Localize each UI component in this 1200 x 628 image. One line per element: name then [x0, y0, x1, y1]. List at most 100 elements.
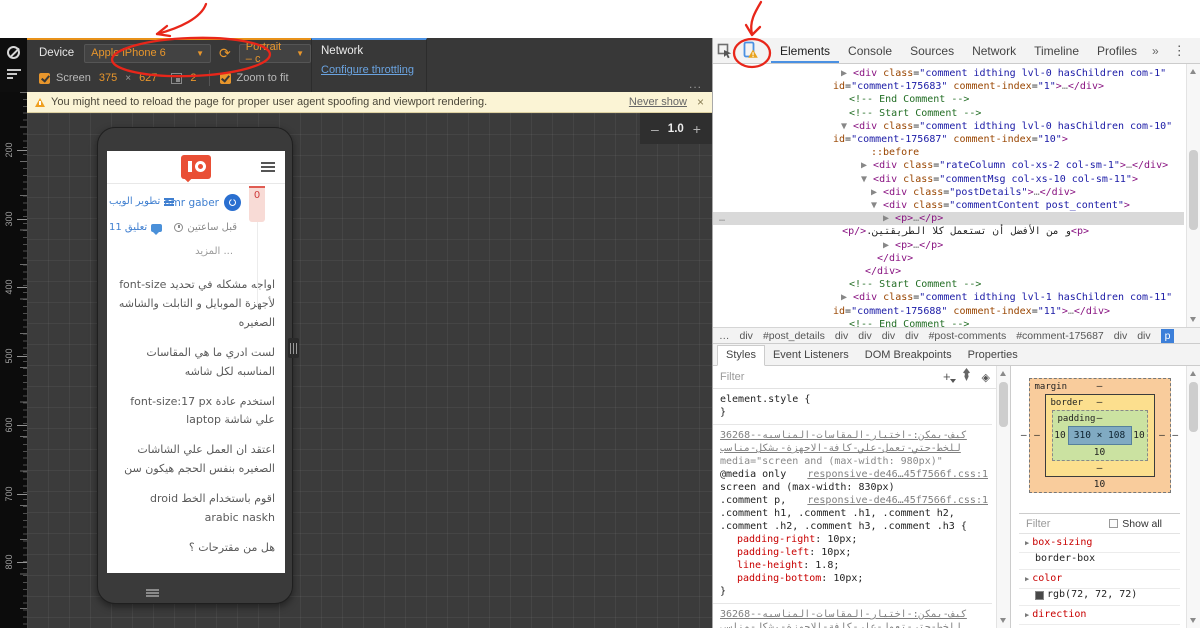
scroll-up-icon[interactable]	[1000, 371, 1006, 376]
more-tabs-icon[interactable]: »	[1146, 44, 1165, 58]
toggle-element-state-icon[interactable]	[961, 368, 972, 386]
inspect-element-icon[interactable]	[713, 39, 737, 63]
tree-line[interactable]: <!-- End Comment -->	[713, 93, 1184, 106]
device-select[interactable]: Apple iPhone 6 ▼	[84, 44, 211, 63]
tree-line[interactable]: ▶ <div class="comment idthing lvl-1 hasC…	[713, 291, 1184, 317]
tree-line[interactable]: ▼ <div class="commentMsg col-xs-10 col-s…	[713, 173, 1184, 186]
side-tab-styles[interactable]: Styles	[717, 345, 765, 366]
site-logo-icon[interactable]	[181, 155, 211, 179]
computed-filter-input[interactable]: Filter	[1026, 518, 1050, 530]
side-tab-event-listeners[interactable]: Event Listeners	[765, 346, 857, 365]
refresh-icon[interactable]: ⟳	[219, 45, 231, 62]
comments-row[interactable]: 11 تعليق	[109, 222, 162, 233]
scrollbar-thumb[interactable]	[999, 382, 1008, 427]
devtools-close-icon[interactable]: ×	[1194, 43, 1200, 58]
styles-scrollbar[interactable]	[996, 366, 1010, 628]
screen-height-value[interactable]: 627	[139, 72, 157, 84]
breadcrumb-item[interactable]: div	[882, 330, 895, 342]
device-pixel-ratio-value[interactable]: 2	[190, 72, 196, 84]
element-style-selector[interactable]: element.style	[720, 394, 798, 405]
tree-line[interactable]: </div>	[713, 252, 1184, 265]
css-property[interactable]: padding-left: 10px;	[720, 546, 988, 559]
breadcrumb-item[interactable]: #comment-175687	[1016, 330, 1104, 342]
tab-elements[interactable]: Elements	[771, 38, 839, 63]
breadcrumb-item[interactable]: p	[1161, 329, 1175, 343]
element-style-block[interactable]: element.style { }	[713, 389, 992, 425]
more-link[interactable]: المزيد ...	[195, 246, 233, 257]
rule-source-link[interactable]: للخط-حتي-تعمل-علي-كافة-الاجهزة-بشكل-مناس…	[720, 442, 988, 455]
css-selector[interactable]: .comment h1, .comment .h1, .comment h2,	[720, 507, 988, 520]
tree-line[interactable]: ▼ <div class="commentContent post_conten…	[713, 199, 1184, 212]
tree-line[interactable]: ▼ <div class="comment idthing lvl-0 hasC…	[713, 120, 1184, 146]
rule-source-link[interactable]: كيف-يمكن:-اختيار-المقاسات-المناسبه--3626…	[720, 608, 988, 621]
tree-line[interactable]: <!-- Start Comment -->	[713, 107, 1184, 120]
css-file-link[interactable]: responsive-de46…45f7566f.css:1	[807, 494, 988, 507]
tree-line[interactable]: <p>و من الأفضل أن تستعمل كلا الطريقتين.<…	[713, 225, 1184, 238]
configure-throttling-link[interactable]: Configure throttling	[321, 64, 414, 76]
side-tab-properties[interactable]: Properties	[960, 346, 1026, 365]
rule-source-link[interactable]: للخط-حتي-تعمل-علي-كافة-الاجهزة-بشكل-مناس…	[720, 621, 988, 628]
toolbar-overflow-icon[interactable]: ...	[689, 77, 702, 91]
scroll-down-icon[interactable]	[1190, 317, 1196, 322]
breadcrumb-item[interactable]: div	[740, 330, 753, 342]
css-file-link[interactable]: responsive-de46…45f7566f.css:1	[807, 468, 988, 481]
elements-scrollbar[interactable]	[1186, 64, 1200, 327]
scrollbar-thumb[interactable]	[1189, 382, 1198, 432]
rule-source-link[interactable]: كيف-يمكن:-اختيار-المقاسات-المناسبه--3626…	[720, 429, 988, 442]
screen-width-value[interactable]: 375	[99, 72, 117, 84]
avatar[interactable]	[224, 194, 241, 211]
breadcrumb-item[interactable]: div	[835, 330, 848, 342]
computed-style-icon[interactable]: ◈	[982, 371, 990, 384]
tree-line[interactable]: ▶ <div class="postDetails">…</div>	[713, 186, 1184, 199]
screen-checkbox[interactable]	[39, 73, 50, 84]
tree-line[interactable]: ▶ <p>…</p>	[713, 239, 1184, 252]
zoom-to-fit-checkbox[interactable]	[220, 73, 231, 84]
css-property[interactable]: padding-bottom: 10px;	[720, 572, 988, 585]
network-throttle-icon[interactable]	[7, 69, 21, 80]
orientation-select[interactable]: Portrait – c ▼	[239, 44, 311, 63]
breadcrumb-item[interactable]: #post_details	[763, 330, 825, 342]
metrics-scrollbar[interactable]	[1186, 366, 1200, 628]
scroll-up-icon[interactable]	[1190, 69, 1196, 74]
breadcrumb-item[interactable]: #post-comments	[929, 330, 1007, 342]
box-model-diagram[interactable]: – margin – – border	[1019, 378, 1180, 493]
author-row[interactable]: amr gaber	[164, 194, 241, 211]
category-row[interactable]: تطوير الويب	[109, 196, 174, 207]
css-selector[interactable]: .comment p,	[720, 494, 786, 507]
hamburger-menu-icon[interactable]	[261, 162, 275, 164]
tree-line[interactable]: ▶ <div class="comment idthing lvl-0 hasC…	[713, 67, 1184, 93]
css-selector[interactable]: .comment .h2, .comment h3, .comment .h3 …	[720, 520, 988, 533]
tab-timeline[interactable]: Timeline	[1025, 38, 1088, 63]
zoom-in-button[interactable]: +	[693, 121, 701, 137]
side-tab-dom-breakpoints[interactable]: DOM Breakpoints	[857, 346, 960, 365]
scroll-up-icon[interactable]	[1190, 371, 1196, 376]
breadcrumb-item[interactable]: div	[1137, 330, 1150, 342]
computed-property[interactable]: ▶box-sizing	[1019, 534, 1180, 553]
block-requests-icon[interactable]	[7, 46, 20, 59]
device-mode-icon[interactable]	[737, 39, 761, 63]
viewport-resize-handle[interactable]	[288, 338, 299, 358]
tree-line[interactable]: </div>	[713, 265, 1184, 278]
tab-console[interactable]: Console	[839, 38, 901, 63]
scroll-down-icon[interactable]	[1190, 618, 1196, 623]
computed-property[interactable]: ▶direction	[1019, 606, 1180, 625]
styles-filter-input[interactable]: Filter	[720, 371, 943, 383]
tab-network[interactable]: Network	[963, 38, 1025, 63]
category-label[interactable]: تطوير الويب	[109, 196, 160, 207]
zoom-out-button[interactable]: –	[651, 121, 659, 137]
kebab-menu-icon[interactable]: ⋮	[1165, 43, 1194, 59]
show-all-checkbox[interactable]	[1109, 519, 1118, 528]
tree-line[interactable]: <!-- End Comment -->	[713, 318, 1184, 327]
scroll-down-icon[interactable]	[1000, 618, 1006, 623]
tab-sources[interactable]: Sources	[901, 38, 963, 63]
css-property[interactable]: padding-right: 10px;	[720, 533, 988, 546]
new-style-rule-icon[interactable]: +	[943, 372, 951, 382]
breadcrumb-item[interactable]: …	[719, 330, 730, 342]
vote-count-badge[interactable]: 0	[249, 186, 265, 222]
scrollbar-thumb[interactable]	[1189, 150, 1198, 230]
tree-line[interactable]: ▶ <p>…</p>…	[713, 212, 1184, 225]
never-show-link[interactable]: Never show	[629, 96, 687, 108]
tree-line[interactable]: ▶ <div class="rateColumn col-xs-2 col-sm…	[713, 159, 1184, 172]
comments-count-label[interactable]: 11 تعليق	[109, 222, 147, 233]
warning-close-icon[interactable]: ×	[697, 95, 704, 109]
